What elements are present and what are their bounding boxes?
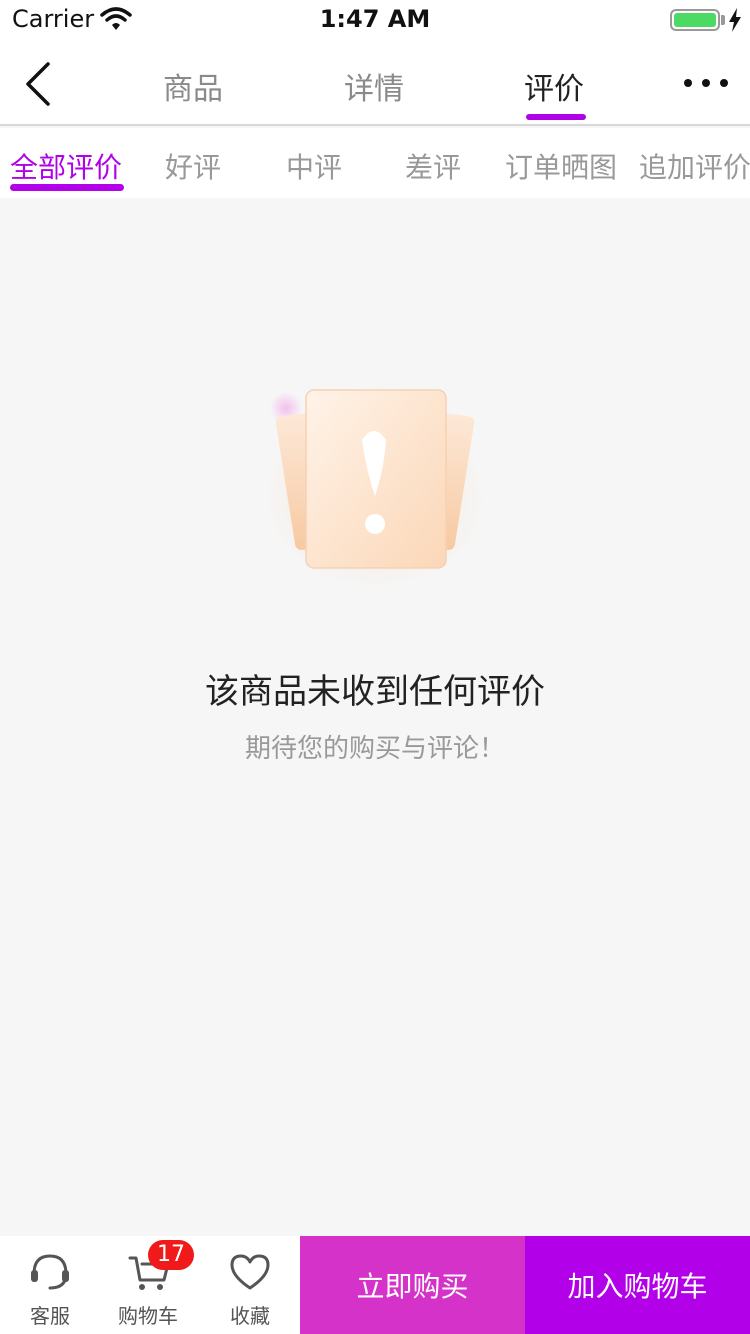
battery-icon	[670, 9, 720, 31]
status-time: 1:47 AM	[319, 5, 431, 33]
filter-neutral-reviews[interactable]: 中评	[286, 146, 342, 186]
filter-all-reviews[interactable]: 全部评价	[10, 146, 122, 186]
favorite-button[interactable]: 收藏	[200, 1236, 300, 1334]
customer-service-label: 客服	[30, 1304, 70, 1328]
filter-followup-reviews[interactable]: 追加评价	[639, 146, 750, 186]
customer-service-icon	[31, 1254, 69, 1290]
tab-reviews[interactable]: 评价	[494, 64, 614, 108]
more-icon[interactable]	[684, 68, 728, 98]
buy-now-button[interactable]: 立即购买	[300, 1236, 525, 1334]
status-bar: Carrier 1:47 AM	[0, 0, 750, 40]
review-filter-bar: 全部评价 好评 中评 差评 订单晒图 追加评价	[0, 128, 750, 198]
customer-service-button[interactable]: 客服	[0, 1236, 100, 1334]
battery-tip	[721, 15, 725, 25]
filter-bad-reviews[interactable]: 差评	[405, 146, 461, 186]
top-navigation: 商品 详情 评价	[0, 40, 750, 126]
back-chevron-icon[interactable]	[20, 60, 60, 108]
exclamation-card-icon	[265, 389, 485, 588]
cart-count-badge: 17	[148, 1240, 194, 1270]
cart-label: 购物车	[118, 1304, 178, 1328]
charging-bolt-icon	[729, 8, 741, 32]
add-to-cart-button[interactable]: 加入购物车	[525, 1236, 750, 1334]
tab-product[interactable]: 商品	[133, 64, 253, 108]
filter-photo-reviews[interactable]: 订单晒图	[505, 146, 617, 186]
favorite-label: 收藏	[230, 1304, 270, 1328]
heart-icon	[230, 1254, 270, 1290]
empty-state-subtitle: 期待您的购买与评论！	[244, 734, 505, 764]
tab-details[interactable]: 详情	[314, 64, 434, 108]
active-tab-indicator	[526, 114, 586, 120]
cart-button[interactable]: 17 购物车	[98, 1236, 198, 1334]
filter-good-reviews[interactable]: 好评	[165, 146, 221, 186]
empty-state-title: 该商品未收到任何评价	[205, 672, 545, 712]
active-filter-indicator	[10, 184, 124, 191]
